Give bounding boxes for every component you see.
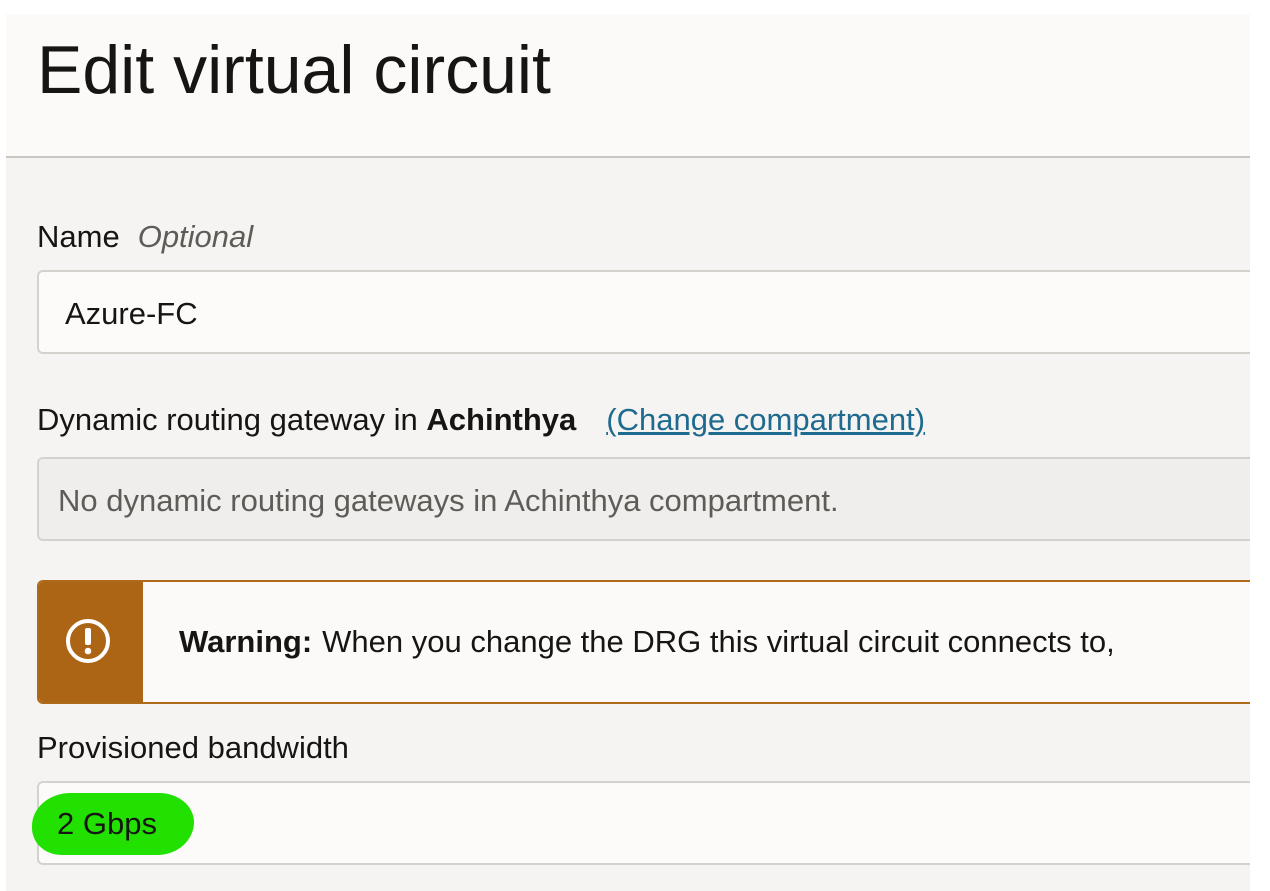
warning-title: Warning:: [179, 624, 313, 659]
exclamation-circle-icon: [66, 619, 110, 663]
optional-label: Optional: [137, 219, 254, 254]
bandwidth-value: 2 Gbps: [57, 806, 157, 841]
change-compartment-link[interactable]: (Change compartment): [606, 402, 925, 437]
bandwidth-select[interactable]: [37, 781, 1250, 865]
bandwidth-label: Provisioned bandwidth: [37, 730, 349, 765]
drg-select[interactable]: No dynamic routing gateways in Achinthya…: [37, 457, 1250, 541]
page-title: Edit virtual circuit: [37, 32, 551, 108]
name-label-row: Name Optional: [37, 221, 253, 252]
drg-label: Dynamic routing gateway in: [37, 402, 418, 437]
drg-compartment-name: Achinthya: [426, 402, 577, 437]
name-label: Name: [37, 219, 120, 254]
edit-virtual-circuit-panel: Edit virtual circuit Name Optional Azure-…: [6, 14, 1250, 891]
warning-message: Warning: When you change the DRG this vir…: [179, 626, 1115, 657]
drg-label-row: Dynamic routing gateway in Achinthya (Cha…: [37, 404, 925, 435]
warning-banner: Warning: When you change the DRG this vir…: [37, 580, 1250, 704]
warning-text: When you change the DRG this virtual cir…: [322, 624, 1115, 659]
name-input[interactable]: Azure-FC: [37, 270, 1250, 354]
panel-header: Edit virtual circuit: [6, 14, 1250, 158]
warning-strip: [39, 582, 143, 702]
